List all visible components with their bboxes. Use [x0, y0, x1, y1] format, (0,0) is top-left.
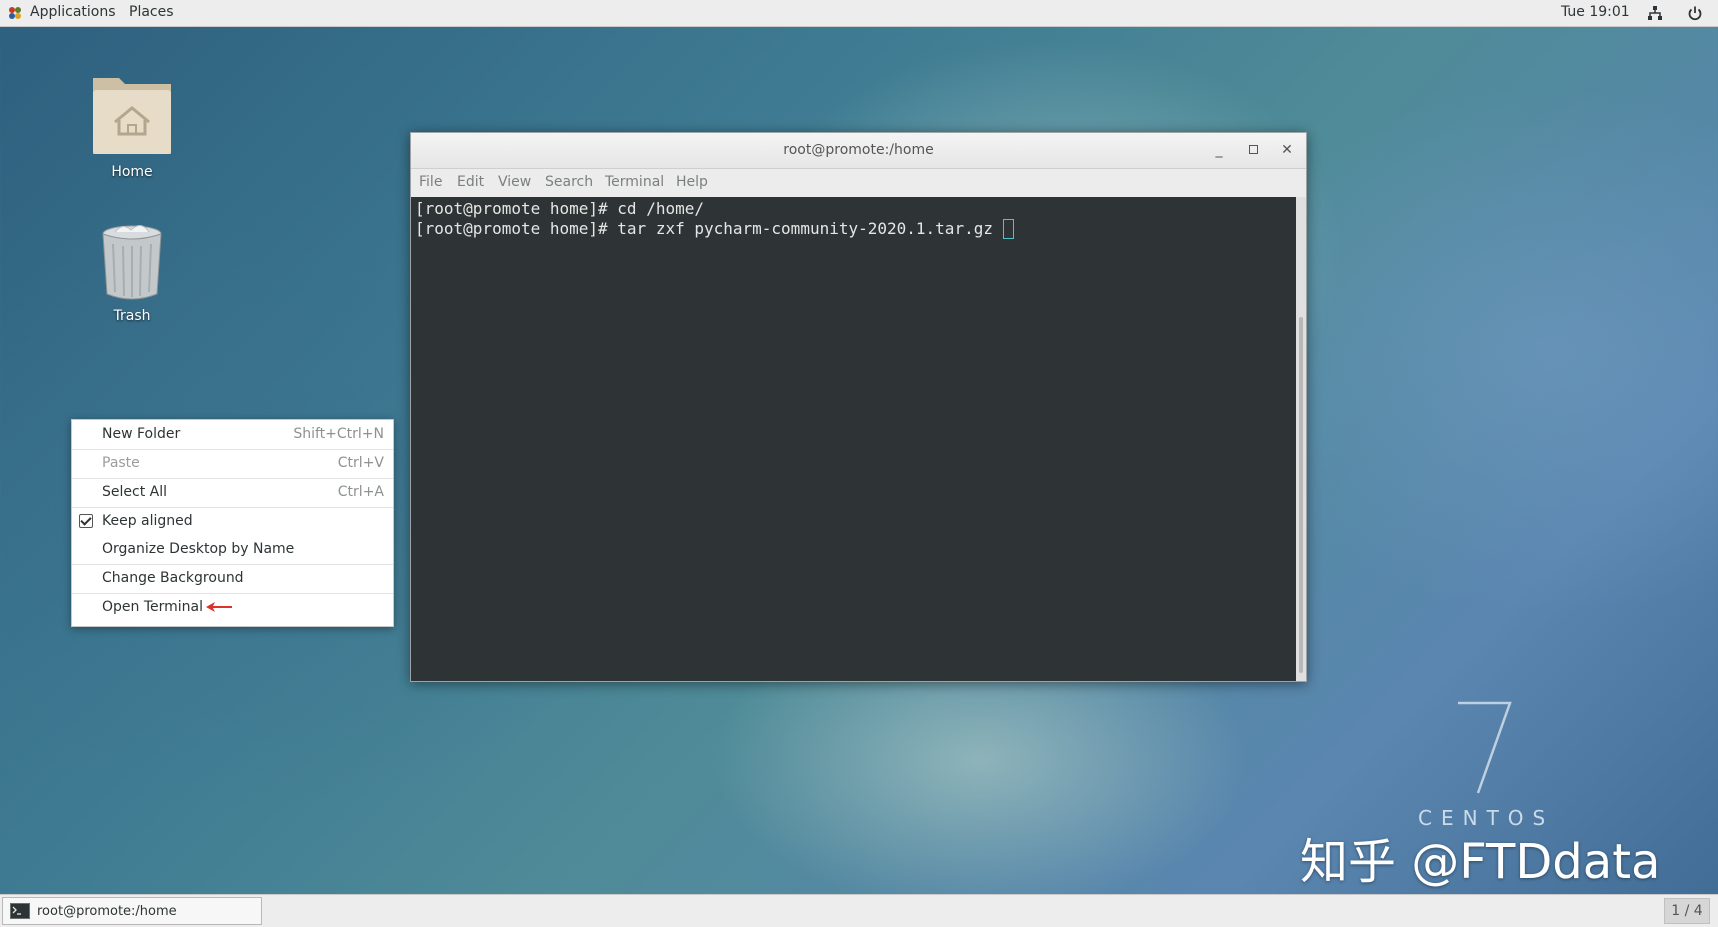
- terminal-line: [root@promote home]# cd /home/: [415, 199, 704, 218]
- text-cursor: [1002, 219, 1014, 239]
- applications-menu[interactable]: Applications: [30, 4, 116, 20]
- minimize-button[interactable]: _: [1202, 133, 1236, 168]
- minimize-icon: _: [1215, 142, 1223, 158]
- menu-item-accel: Shift+Ctrl+N: [293, 426, 384, 442]
- menu-search[interactable]: Search: [545, 174, 593, 190]
- power-icon[interactable]: [1687, 5, 1703, 21]
- terminal-line: [root@promote home]# tar zxf pycharm-com…: [415, 219, 993, 238]
- menu-terminal[interactable]: Terminal: [605, 174, 664, 190]
- desktop-context-menu: New Folder Shift+Ctrl+N Paste Ctrl+V Sel…: [71, 419, 394, 627]
- menu-item-new-folder[interactable]: New Folder Shift+Ctrl+N: [72, 420, 393, 449]
- menu-item-label: Organize Desktop by Name: [102, 541, 295, 557]
- menu-item-label: Select All: [102, 484, 167, 500]
- applications-icon: [9, 7, 21, 19]
- places-menu[interactable]: Places: [129, 4, 174, 20]
- menu-help[interactable]: Help: [676, 174, 708, 190]
- maximize-button[interactable]: [1236, 133, 1270, 168]
- close-button[interactable]: ✕: [1270, 133, 1304, 168]
- menu-item-label: Paste: [102, 455, 140, 471]
- trash-label: Trash: [113, 308, 151, 324]
- clock[interactable]: Tue 19:01: [1561, 4, 1630, 20]
- menu-item-organize-desktop[interactable]: Organize Desktop by Name: [72, 535, 393, 564]
- home-folder-icon: [93, 78, 171, 154]
- checkbox-checked-icon[interactable]: [79, 514, 93, 528]
- menu-item-change-background[interactable]: Change Background: [72, 564, 393, 593]
- terminal-icon: [10, 903, 30, 919]
- top-panel: Applications Places Tue 19:01: [0, 0, 1718, 27]
- menu-item-label: Change Background: [102, 570, 244, 586]
- desktop-icon-trash[interactable]: Trash: [72, 222, 192, 324]
- terminal-title: root@promote:/home: [783, 142, 934, 158]
- menu-item-select-all[interactable]: Select All Ctrl+A: [72, 478, 393, 507]
- trash-icon: [102, 225, 162, 300]
- taskbar-window-button[interactable]: root@promote:/home: [2, 897, 262, 925]
- menu-item-keep-aligned[interactable]: Keep aligned: [72, 507, 393, 536]
- maximize-icon: [1248, 145, 1258, 154]
- terminal-titlebar[interactable]: root@promote:/home _ ✕: [411, 133, 1306, 169]
- menu-item-label: Open Terminal: [102, 599, 204, 615]
- menu-item-label: New Folder: [102, 426, 181, 442]
- watermark-text: 知乎 @FTDdata: [1300, 834, 1661, 890]
- menu-item-paste[interactable]: Paste Ctrl+V: [72, 449, 393, 478]
- terminal-output[interactable]: [root@promote home]# cd /home/[root@prom…: [411, 197, 1296, 681]
- close-icon: ✕: [1281, 142, 1293, 158]
- bottom-panel: root@promote:/home 1 / 4: [0, 894, 1718, 927]
- centos-seven-logo: [1458, 701, 1512, 794]
- red-arrow-icon: [206, 602, 232, 612]
- menu-file[interactable]: File: [419, 174, 442, 190]
- menu-view[interactable]: View: [498, 174, 531, 190]
- taskbar-window-label: root@promote:/home: [37, 904, 177, 919]
- menu-item-label: Keep aligned: [102, 513, 193, 529]
- terminal-scrollbar[interactable]: [1296, 197, 1306, 681]
- menu-edit[interactable]: Edit: [457, 174, 484, 190]
- menu-item-accel: Ctrl+V: [337, 455, 384, 471]
- network-icon[interactable]: [1647, 5, 1663, 21]
- menu-item-accel: Ctrl+A: [337, 484, 384, 500]
- terminal-window[interactable]: root@promote:/home _ ✕ File Edit View Se…: [410, 132, 1307, 682]
- scrollbar-thumb[interactable]: [1299, 317, 1303, 673]
- terminal-menubar: File Edit View Search Terminal Help: [411, 169, 1306, 198]
- terminal-line-current: [root@promote home]# tar zxf pycharm-com…: [415, 219, 1292, 239]
- home-label: Home: [111, 164, 153, 180]
- desktop-icon-home[interactable]: Home: [72, 72, 192, 180]
- menu-item-open-terminal[interactable]: Open Terminal: [72, 593, 393, 622]
- workspace-indicator[interactable]: 1 / 4: [1664, 898, 1710, 924]
